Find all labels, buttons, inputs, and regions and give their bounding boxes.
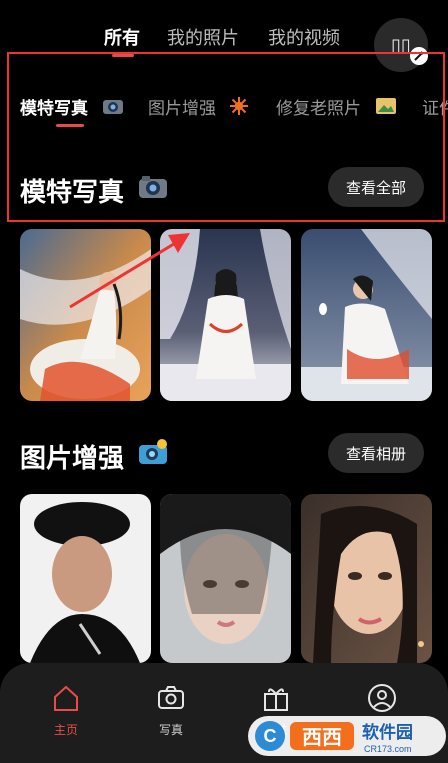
nav-portrait[interactable]: 写真 bbox=[141, 683, 201, 738]
edit-pen-icon bbox=[410, 47, 428, 65]
camera-flash-icon bbox=[139, 439, 167, 464]
home-icon bbox=[54, 685, 78, 711]
camera-icon bbox=[103, 100, 123, 114]
view-all-button[interactable]: 查看全部 bbox=[328, 167, 425, 207]
camera-icon bbox=[158, 686, 184, 709]
svg-text:软件园: 软件园 bbox=[362, 722, 413, 743]
portrait-image bbox=[301, 229, 432, 401]
tab-all[interactable]: 所有 bbox=[104, 24, 140, 50]
grid-icon: ▯▯ bbox=[391, 34, 411, 56]
tab-my-photos[interactable]: 我的照片 bbox=[167, 24, 239, 50]
section-title-image-enhance: 图片增强 bbox=[20, 444, 125, 474]
photo-card[interactable] bbox=[301, 494, 432, 663]
site-watermark: C 西西 软件园 CR173.com bbox=[248, 708, 448, 760]
camera-icon bbox=[139, 176, 167, 198]
category-tab-bar: 模特写真 图片增强 修复老照片 证件 bbox=[0, 84, 448, 128]
category-tab-model-portrait[interactable]: 模特写真 bbox=[20, 94, 88, 119]
sparkle-icon bbox=[230, 97, 248, 115]
svg-text:西西: 西西 bbox=[302, 725, 342, 749]
tab-my-videos[interactable]: 我的视频 bbox=[268, 24, 340, 50]
category-tab-image-enhance[interactable]: 图片增强 bbox=[148, 94, 216, 119]
photo-card[interactable] bbox=[160, 494, 291, 663]
category-tab-restore-old-photo[interactable]: 修复老照片 bbox=[276, 94, 361, 119]
svg-text:C: C bbox=[264, 726, 277, 746]
portrait-image bbox=[160, 494, 291, 663]
photo-card[interactable] bbox=[301, 229, 432, 401]
portrait-image bbox=[20, 494, 151, 663]
tab-active-indicator bbox=[112, 54, 134, 57]
top-tab-bar: 所有 我的照片 我的视频 ▯▯ bbox=[0, 0, 448, 72]
picture-icon bbox=[376, 98, 396, 114]
nav-home[interactable]: 主页 bbox=[36, 683, 96, 738]
category-tab-id-photo[interactable]: 证件 bbox=[422, 94, 448, 119]
portrait-image bbox=[301, 494, 432, 663]
svg-text:CR173.com: CR173.com bbox=[364, 744, 412, 754]
section-title-model-portrait: 模特写真 bbox=[20, 178, 125, 208]
watermark-logo: C 西西 软件园 CR173.com bbox=[248, 716, 446, 756]
category-active-indicator bbox=[56, 124, 84, 127]
annotation-arrow bbox=[69, 233, 190, 309]
photo-card[interactable] bbox=[20, 494, 151, 663]
view-album-button[interactable]: 查看相册 bbox=[328, 433, 425, 473]
